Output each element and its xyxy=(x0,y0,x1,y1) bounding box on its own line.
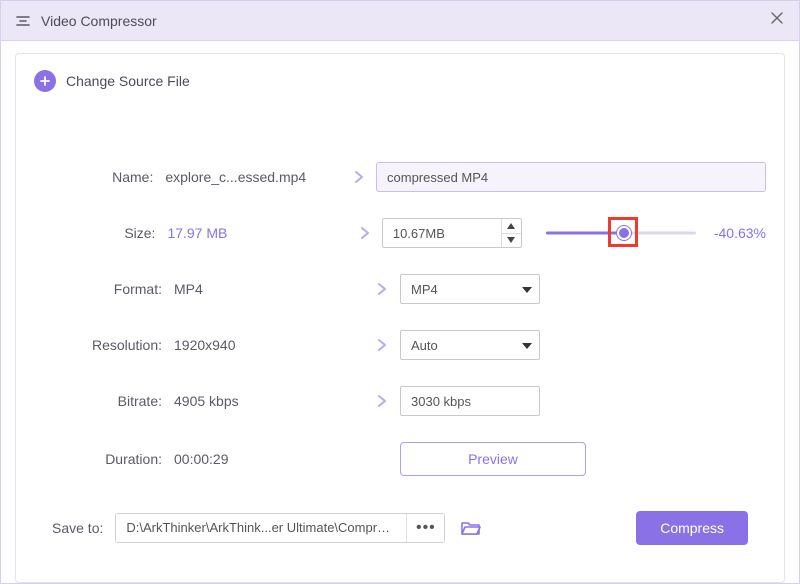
footer: Save to: D:\ArkThinker\ArkThink...er Ult… xyxy=(34,496,766,560)
duration-current: 00:00:29 xyxy=(174,451,364,467)
resolution-select[interactable] xyxy=(400,330,540,360)
save-to-label: Save to: xyxy=(52,520,103,536)
row-format: Format: MP4 xyxy=(34,274,766,304)
compressor-icon xyxy=(15,13,31,29)
chevron-right-icon xyxy=(342,170,376,184)
resolution-select-input[interactable] xyxy=(400,330,540,360)
save-path-input[interactable]: D:\ArkThinker\ArkThink...er Ultimate\Com… xyxy=(116,514,406,542)
row-resolution: Resolution: 1920x940 xyxy=(34,330,766,360)
save-path-box: D:\ArkThinker\ArkThink...er Ultimate\Com… xyxy=(115,513,445,543)
size-current: 17.97 MB xyxy=(167,225,347,241)
size-slider-area: -40.63% xyxy=(546,223,766,243)
size-slider[interactable] xyxy=(546,223,696,243)
titlebar: Video Compressor xyxy=(1,1,799,41)
chevron-right-icon xyxy=(348,226,382,240)
size-slider-thumb[interactable] xyxy=(617,226,631,240)
title-area: Video Compressor xyxy=(15,13,157,29)
row-size: Size: 17.97 MB xyxy=(34,218,766,248)
bitrate-input[interactable] xyxy=(400,386,540,416)
change-source-file-button[interactable]: Change Source File xyxy=(34,70,766,92)
bitrate-label: Bitrate: xyxy=(34,393,174,409)
close-button[interactable] xyxy=(769,10,785,31)
panel: Change Source File Name: explore_c...ess… xyxy=(15,53,785,583)
size-spin-down[interactable] xyxy=(501,233,521,248)
resolution-label: Resolution: xyxy=(34,337,174,353)
row-name: Name: explore_c...essed.mp4 xyxy=(34,162,766,192)
form: Name: explore_c...essed.mp4 Size: 17.97 … xyxy=(34,162,766,496)
browse-button[interactable]: ••• xyxy=(406,514,444,542)
format-label: Format: xyxy=(34,281,174,297)
size-spinner[interactable] xyxy=(382,218,522,248)
name-current: explore_c...essed.mp4 xyxy=(165,169,342,185)
window-title: Video Compressor xyxy=(41,13,157,29)
format-current: MP4 xyxy=(174,281,364,297)
format-select-input[interactable] xyxy=(400,274,540,304)
bitrate-current: 4905 kbps xyxy=(174,393,364,409)
size-label: Size: xyxy=(34,225,167,241)
change-source-label: Change Source File xyxy=(66,73,190,89)
size-spin-up[interactable] xyxy=(501,219,521,233)
duration-label: Duration: xyxy=(34,451,174,467)
name-label: Name: xyxy=(34,169,165,185)
compress-button[interactable]: Compress xyxy=(636,511,748,545)
resolution-current: 1920x940 xyxy=(174,337,364,353)
row-bitrate: Bitrate: 4905 kbps xyxy=(34,386,766,416)
content: Change Source File Name: explore_c...ess… xyxy=(1,41,799,583)
video-compressor-window: Video Compressor Change Source File Name… xyxy=(0,0,800,584)
chevron-right-icon xyxy=(364,282,400,296)
preview-button[interactable]: Preview xyxy=(400,442,586,476)
chevron-right-icon xyxy=(364,394,400,408)
size-delta: -40.63% xyxy=(714,225,766,241)
row-duration: Duration: 00:00:29 Preview xyxy=(34,442,766,476)
format-select[interactable] xyxy=(400,274,540,304)
name-input[interactable] xyxy=(376,162,766,192)
open-folder-button[interactable] xyxy=(461,520,481,536)
chevron-right-icon xyxy=(364,338,400,352)
plus-icon xyxy=(34,70,56,92)
